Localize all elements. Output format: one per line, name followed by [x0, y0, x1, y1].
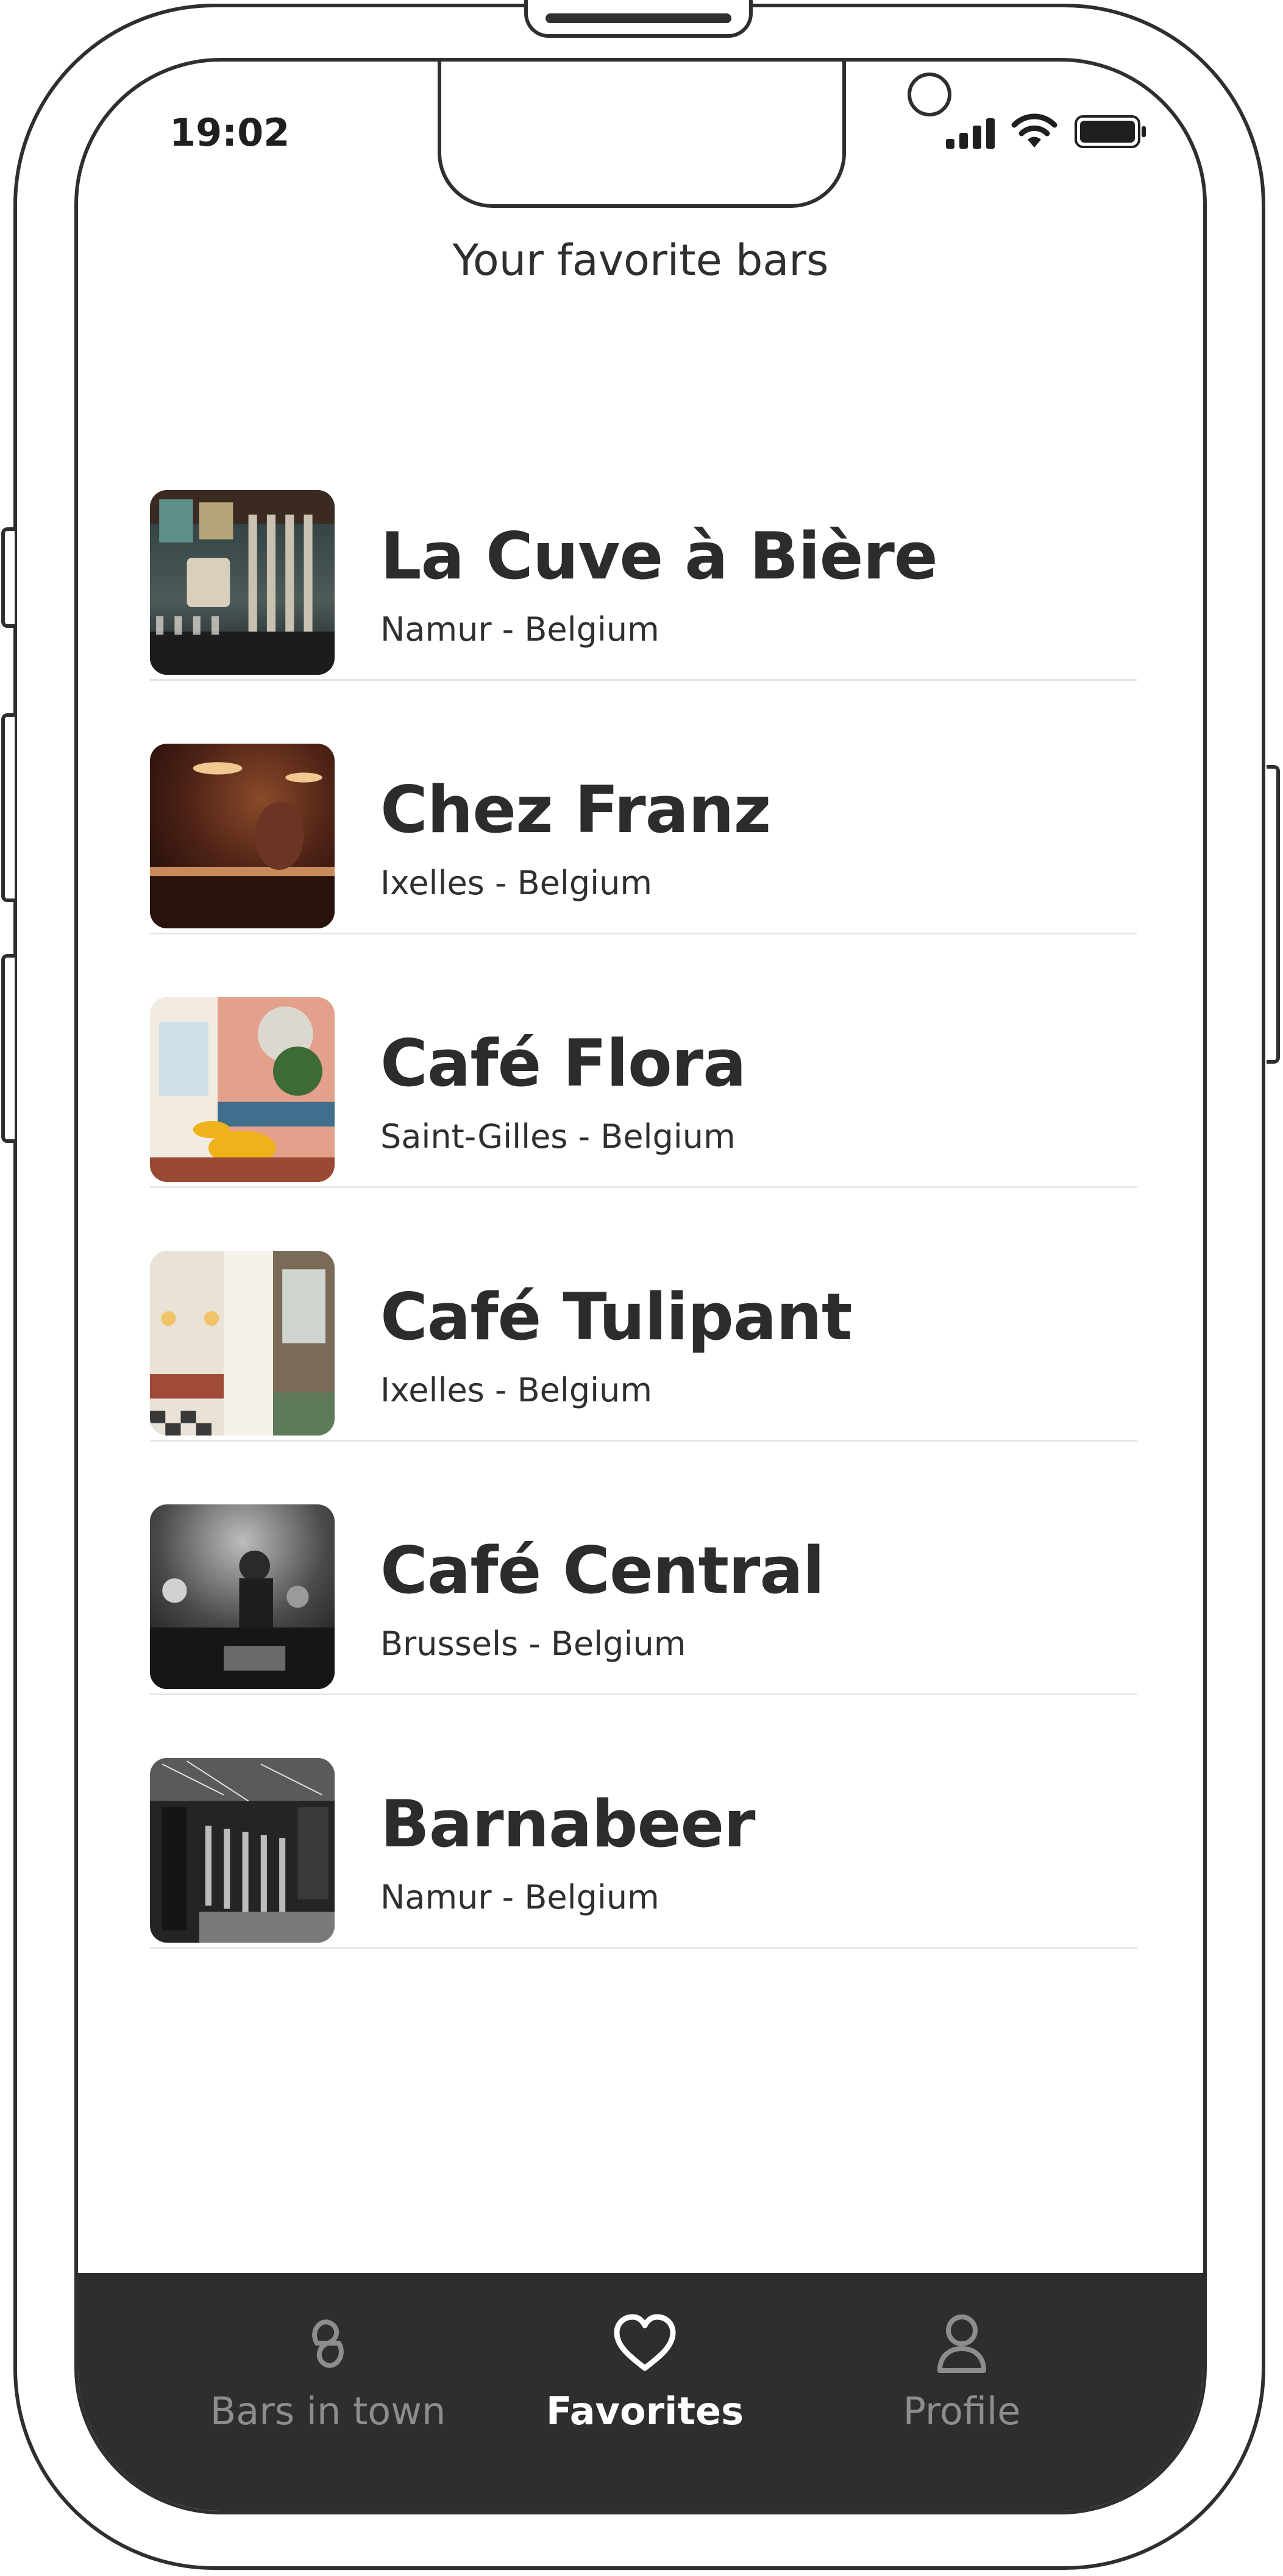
mute-switch: [1, 527, 15, 628]
bar-list-item[interactable]: Café Flora Saint-Gilles - Belgium: [150, 934, 1137, 1188]
bar-name: Chez Franz: [380, 772, 771, 847]
bar-name: Barnabeer: [380, 1787, 756, 1862]
tab-bar: Bars in town Favorites Profile: [78, 2273, 1203, 2511]
bar-list-item[interactable]: Chez Franz Ixelles - Belgium: [150, 681, 1137, 934]
bar-name: Café Tulipant: [380, 1279, 853, 1354]
screen: 19:02 Your favorite bars La Cuve à Bière…: [74, 58, 1207, 2514]
tab-bars-in-town[interactable]: Bars in town: [163, 2310, 492, 2433]
cellular-signal-icon: [946, 118, 995, 149]
wifi-icon: [1011, 113, 1057, 148]
bar-location: Namur - Belgium: [380, 610, 659, 649]
bar-list-item[interactable]: La Cuve à Bière Namur - Belgium: [150, 427, 1137, 681]
power-button: [1267, 765, 1280, 1064]
bar-name: Café Central: [380, 1533, 825, 1608]
bars-logo-icon: [312, 2319, 344, 2368]
bar-list-item[interactable]: Café Tulipant Ixelles - Belgium: [150, 1188, 1137, 1442]
battery-icon: [1075, 115, 1146, 148]
status-time: 19:02: [169, 110, 290, 155]
bar-location: Namur - Belgium: [380, 1878, 659, 1916]
bar-thumbnail: [150, 1504, 335, 1689]
tab-label: Profile: [903, 2389, 1021, 2433]
bar-thumbnail: [150, 744, 335, 928]
bar-name: La Cuve à Bière: [380, 519, 938, 594]
bar-location: Ixelles - Belgium: [380, 1371, 653, 1409]
bar-thumbnail: [150, 1758, 335, 1943]
tab-favorites[interactable]: Favorites: [480, 2310, 809, 2433]
bar-thumbnail: [150, 490, 335, 675]
bar-list-item[interactable]: Barnabeer Namur - Belgium: [150, 1695, 1137, 1949]
bar-location: Ixelles - Belgium: [380, 864, 653, 902]
heart-icon: [614, 2314, 676, 2371]
bar-location: Brussels - Belgium: [380, 1624, 686, 1663]
notch: [438, 62, 951, 208]
bar-list-item[interactable]: Café Central Brussels - Belgium: [150, 1442, 1137, 1695]
favorites-list: La Cuve à Bière Namur - Belgium Chez Fra…: [150, 427, 1137, 1949]
tab-label: Favorites: [546, 2389, 744, 2433]
bar-thumbnail: [150, 1251, 335, 1436]
bar-thumbnail: [150, 997, 335, 1182]
front-camera: [908, 73, 951, 116]
speaker-grille: [546, 13, 731, 23]
bar-name: Café Flora: [380, 1026, 747, 1101]
volume-up-button: [1, 713, 15, 902]
bar-location: Saint-Gilles - Belgium: [380, 1117, 736, 1156]
profile-icon: [937, 2314, 986, 2373]
tab-profile[interactable]: Profile: [797, 2310, 1126, 2433]
page-title: Your favorite bars: [452, 235, 829, 285]
tab-label: Bars in town: [210, 2389, 446, 2433]
volume-down-button: [1, 954, 15, 1143]
status-icons: [946, 113, 1148, 149]
